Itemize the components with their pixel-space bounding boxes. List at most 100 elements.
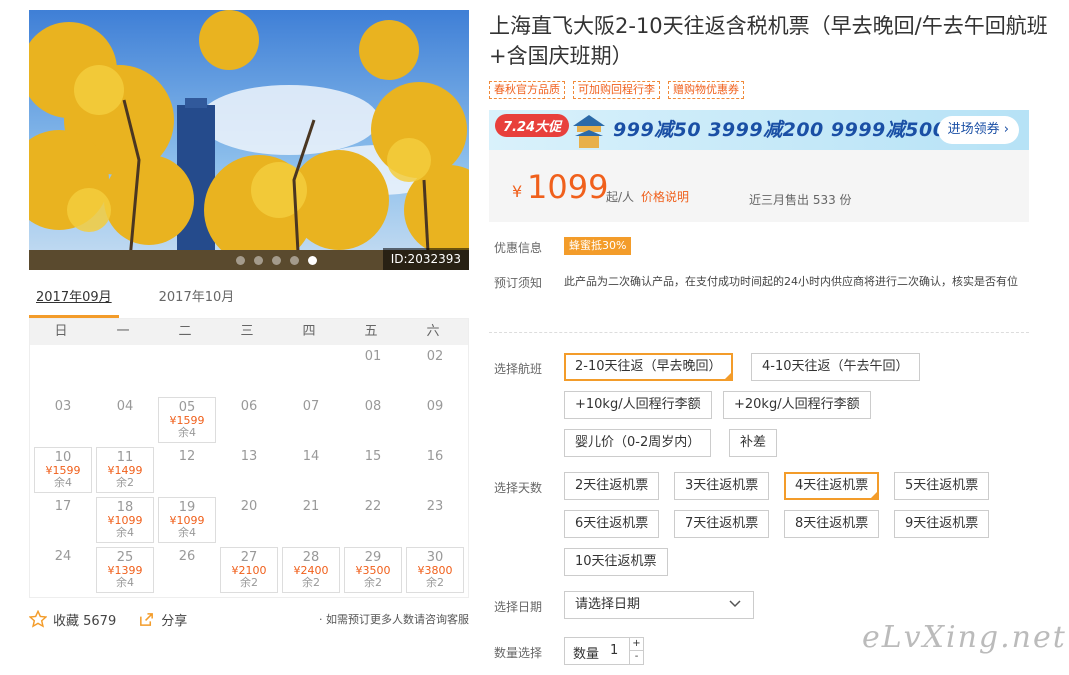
calendar-day: 09	[404, 395, 466, 445]
option-days-3[interactable]: 3天往返机票	[674, 472, 770, 500]
calendar-day-available[interactable]: 10 ¥1599 余4	[34, 447, 92, 493]
calendar-day-stock: 余4	[178, 426, 196, 439]
quantity-label: 数量	[573, 647, 600, 662]
booking-notice-label: 预订须知	[494, 276, 543, 290]
price-value: 1099	[527, 168, 609, 206]
ginkgo-tree-photo	[29, 10, 469, 270]
option-days-8[interactable]: 8天往返机票	[784, 510, 880, 538]
calendar-day-number: 03	[54, 399, 72, 414]
tab-month-oct[interactable]: 2017年10月	[152, 284, 242, 318]
product-hero-image[interactable]: ID:2032393	[29, 10, 469, 270]
favorite-button[interactable]: 收藏 5679	[29, 610, 116, 629]
calendar-day-number: 08	[364, 399, 382, 414]
calendar-day-number: 05	[178, 400, 196, 415]
calendar-day-number: 18	[116, 500, 134, 515]
option-days-10[interactable]: 10天往返机票	[564, 548, 668, 576]
calendar-day: 20	[218, 495, 280, 545]
calendar-day-available[interactable]: 11 ¥1499 余2	[96, 447, 154, 493]
carousel-dot[interactable]	[272, 256, 281, 265]
calendar-day-number: 12	[178, 449, 196, 464]
calendar-day-empty	[94, 345, 156, 395]
price-explain-link[interactable]: 价格说明	[641, 188, 689, 205]
price-calendar: 日 一 二 三 四 五 六 01 02 03 04 05 ¥1599 余4 06 07 08 09 1…	[29, 318, 469, 598]
calendar-day-stock: 余2	[302, 576, 320, 589]
share-label: 分享	[161, 613, 188, 629]
quantity-value[interactable]: 1	[610, 643, 618, 658]
calendar-day-stock: 余4	[54, 476, 72, 489]
honey-discount-badge: 蜂蜜抵30%	[564, 237, 632, 255]
calendar-day-number: 27	[240, 550, 258, 565]
quantity-stepper: 数量 1 + -	[564, 637, 644, 665]
discount-info-label: 优惠信息	[494, 241, 543, 255]
weekday-header: 日 一 二 三 四 五 六	[30, 319, 468, 345]
option-days-7[interactable]: 7天往返机票	[674, 510, 770, 538]
quantity-increase-button[interactable]: +	[629, 638, 643, 651]
calendar-day: 04	[94, 395, 156, 445]
carousel-dot[interactable]	[254, 256, 263, 265]
booking-notice-text: 此产品为二次确认产品，在支付成功时间起的24小时内供应商将进行二次确认，核实是否…	[564, 275, 1018, 288]
calendar-day-available[interactable]: 27 ¥2100 余2	[220, 547, 278, 593]
calendar-day: 21	[280, 495, 342, 545]
calendar-day-empty	[280, 345, 342, 395]
calendar-day: 06	[218, 395, 280, 445]
price-box: ¥ 1099 起/人 价格说明 近三月售出 533 份	[489, 150, 1029, 222]
calendar-day-available[interactable]: 30 ¥3800 余2	[406, 547, 464, 593]
calendar-day-number: 26	[178, 549, 196, 564]
option-flight-early-late[interactable]: 2-10天往返（早去晚回）	[564, 353, 733, 381]
option-infant-price[interactable]: 婴儿价（0-2周岁内）	[564, 429, 712, 457]
calendar-day-number: 30	[426, 550, 444, 565]
calendar-day-number: 22	[364, 499, 382, 514]
chevron-down-icon	[729, 600, 741, 608]
calendar-day-empty	[218, 345, 280, 395]
date-select-label: 选择日期	[494, 600, 543, 614]
tag-shopping-coupon: 赠购物优惠券	[668, 81, 744, 99]
option-days-5[interactable]: 5天往返机票	[894, 472, 990, 500]
date-dropdown[interactable]: 请选择日期	[564, 591, 754, 619]
calendar-day-number: 21	[302, 499, 320, 514]
weekday-label: 三	[240, 324, 254, 339]
currency-symbol: ¥	[512, 182, 523, 201]
calendar-day-available[interactable]: 05 ¥1599 余4	[158, 397, 216, 443]
calendar-day-available[interactable]: 29 ¥3500 余2	[344, 547, 402, 593]
weekday-label: 二	[178, 324, 192, 339]
calendar-day-stock: 余4	[178, 526, 196, 539]
option-luggage-20kg[interactable]: +20kg/人回程行李额	[723, 391, 871, 419]
calendar-day-available[interactable]: 25 ¥1399 余4	[96, 547, 154, 593]
carousel-dot[interactable]	[290, 256, 299, 265]
option-days-6[interactable]: 6天往返机票	[564, 510, 660, 538]
calendar-day-available[interactable]: 18 ¥1099 余4	[96, 497, 154, 543]
calendar-day-empty	[156, 345, 218, 395]
favorite-label: 收藏 5679	[53, 613, 117, 629]
calendar-day: 24	[32, 545, 94, 595]
option-luggage-10kg[interactable]: +10kg/人回程行李额	[564, 391, 712, 419]
calendar-day-number: 15	[364, 449, 382, 464]
tab-month-sep[interactable]: 2017年09月	[29, 284, 119, 318]
calendar-day-number: 28	[302, 550, 320, 565]
calendar-day-number: 24	[54, 549, 72, 564]
days-select-label: 选择天数	[494, 481, 543, 495]
calendar-day-number: 23	[426, 499, 444, 514]
price-unit: 起/人	[606, 190, 635, 204]
option-days-9[interactable]: 9天往返机票	[894, 510, 990, 538]
option-price-difference[interactable]: 补差	[729, 429, 778, 457]
pagoda-icon	[573, 115, 605, 148]
calendar-day-number: 29	[364, 550, 382, 565]
calendar-day: 08	[342, 395, 404, 445]
weekday-label: 五	[364, 324, 378, 339]
date-dropdown-value: 请选择日期	[575, 597, 641, 612]
quantity-decrease-button[interactable]: -	[629, 651, 643, 664]
calendar-day-stock: 余2	[240, 576, 258, 589]
share-button[interactable]: 分享	[138, 610, 187, 629]
option-days-4[interactable]: 4天往返机票	[784, 472, 880, 500]
carousel-dot-active[interactable]	[308, 256, 317, 265]
option-days-2[interactable]: 2天往返机票	[564, 472, 660, 500]
get-coupon-button[interactable]: 进场领券 ›	[937, 116, 1019, 144]
promo-banner[interactable]: 7.24大促 999减50 3999减200 9999减500 进场领券 ›	[489, 110, 1029, 150]
calendar-day-available[interactable]: 28 ¥2400 余2	[282, 547, 340, 593]
carousel-dot[interactable]	[236, 256, 245, 265]
option-flight-noon[interactable]: 4-10天往返（午去午回）	[751, 353, 920, 381]
calendar-day-available[interactable]: 19 ¥1099 余4	[158, 497, 216, 543]
calendar-day-number: 13	[240, 449, 258, 464]
calendar-day: 13	[218, 445, 280, 495]
quantity-select-label: 数量选择	[494, 646, 543, 660]
